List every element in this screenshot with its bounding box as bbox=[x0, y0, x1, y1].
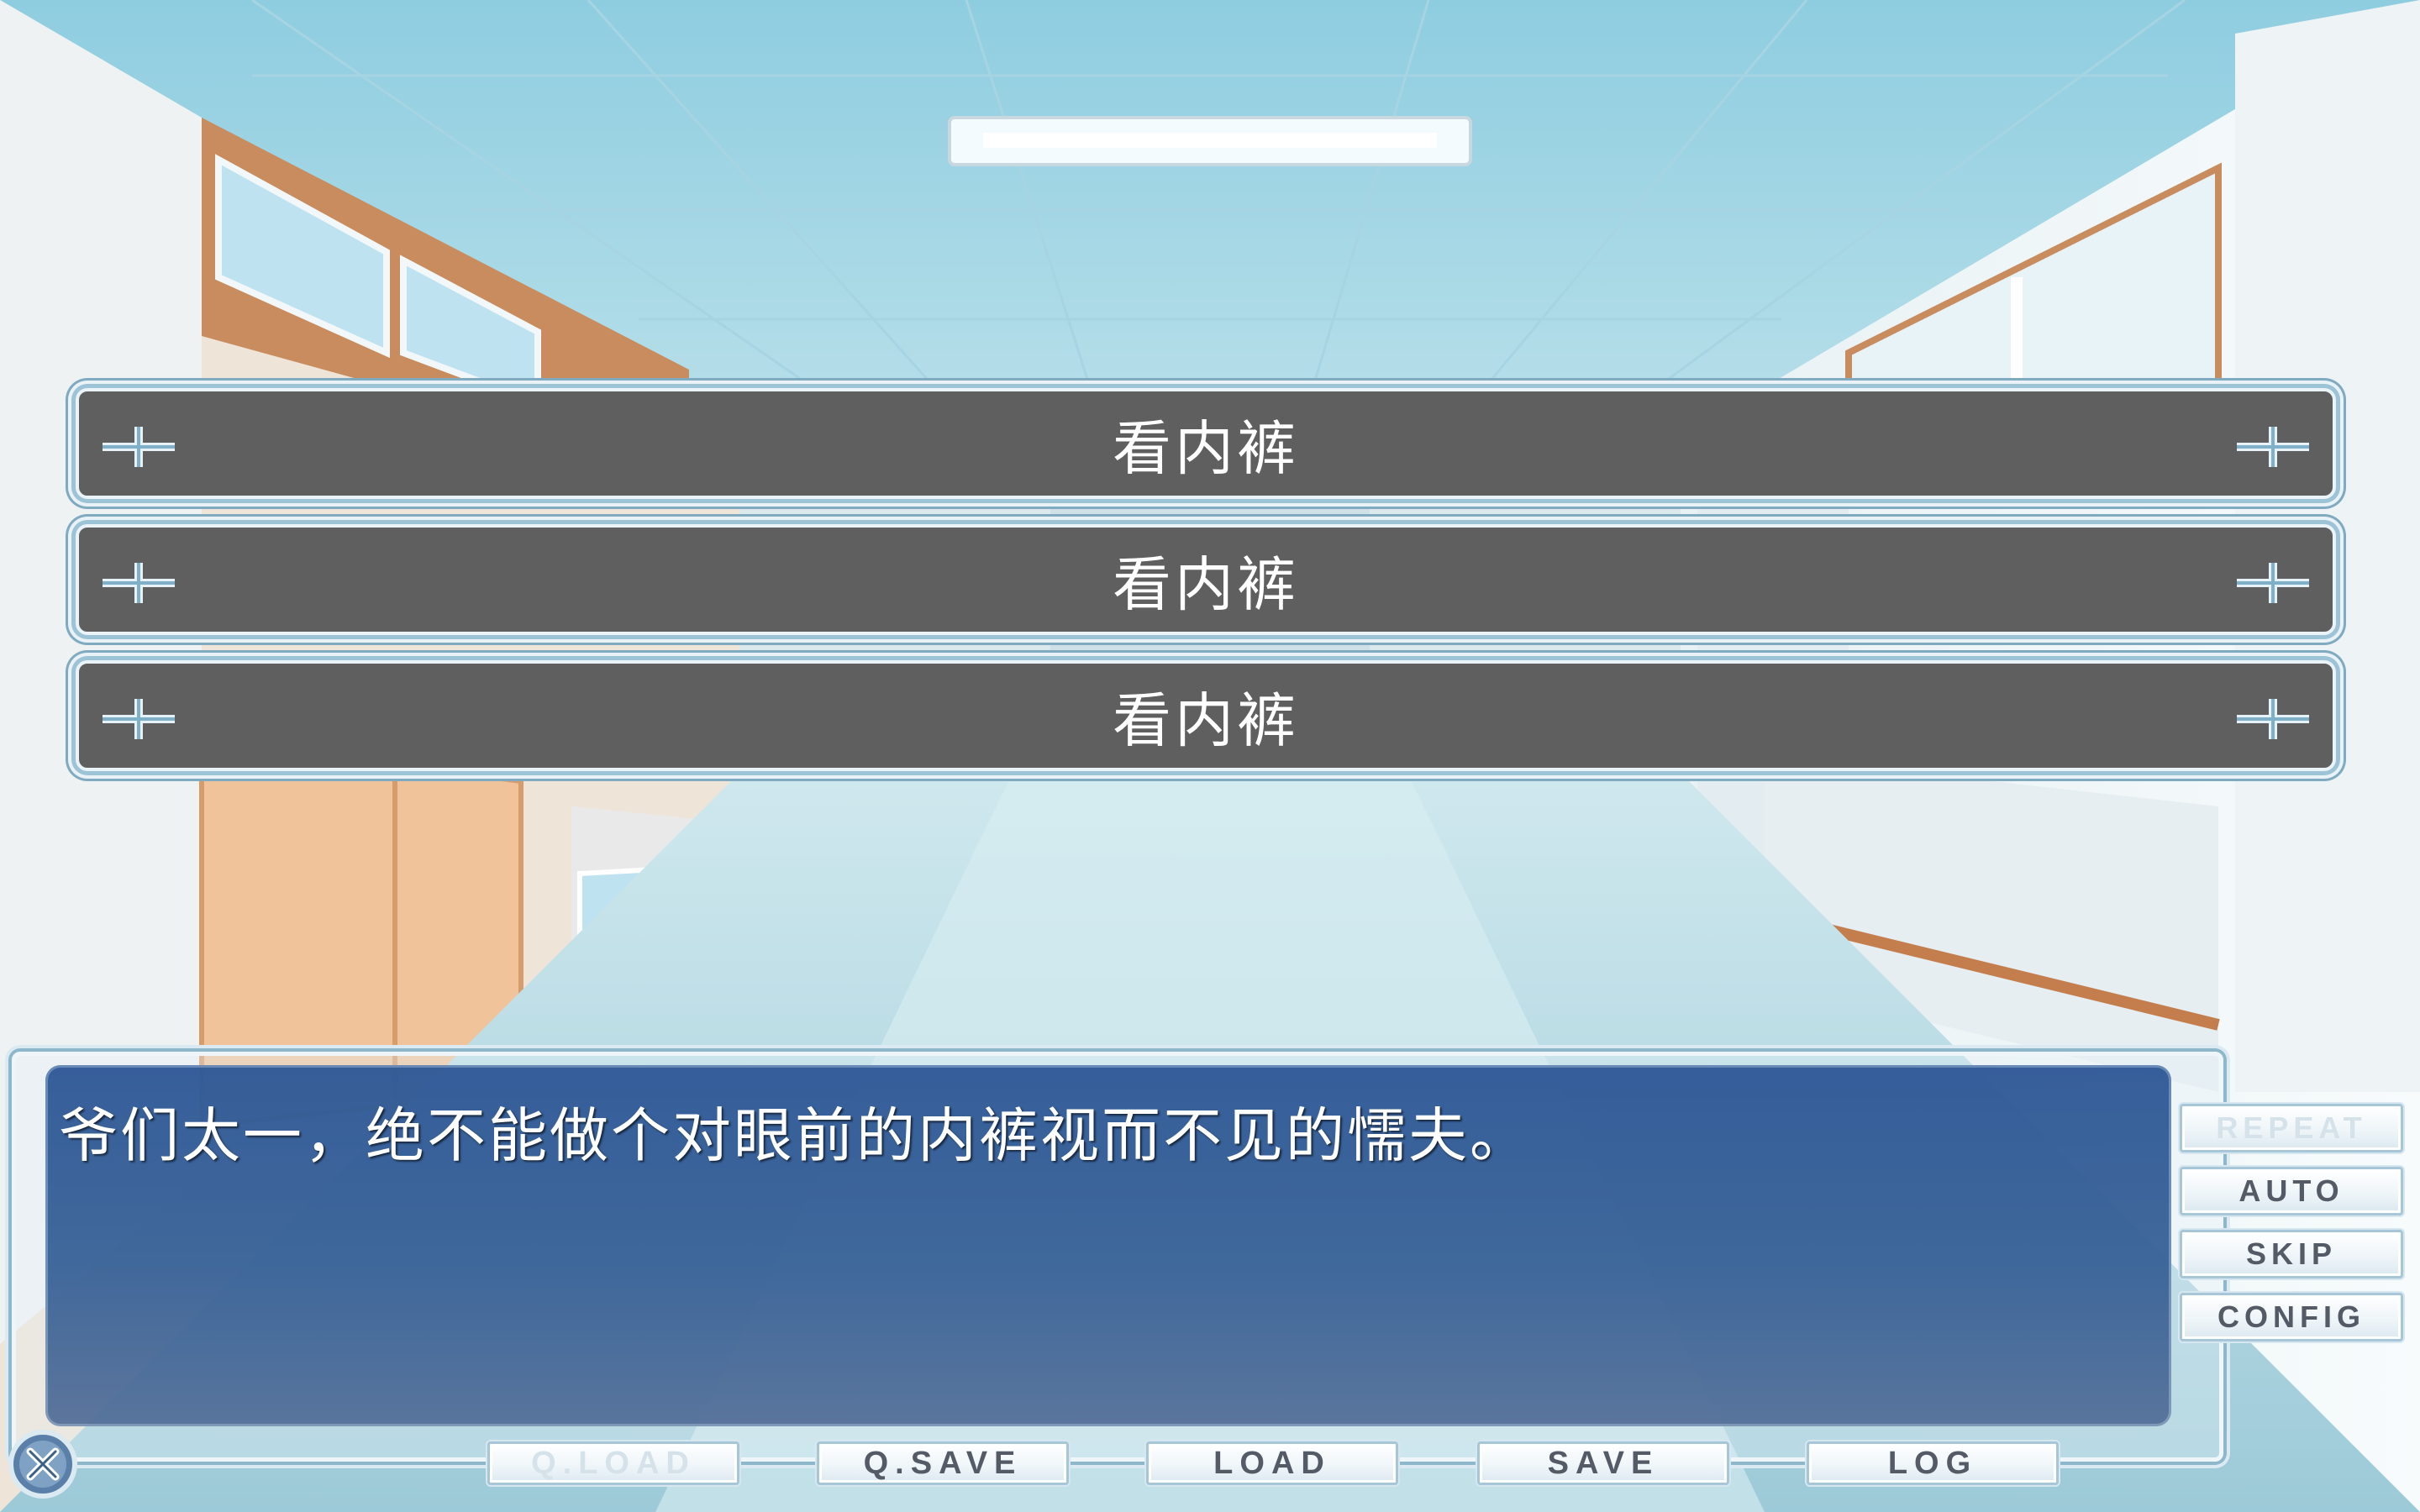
choice-option-2[interactable]: 看内裤 bbox=[76, 524, 2336, 635]
config-button[interactable]: CONFIG bbox=[2180, 1293, 2403, 1341]
cross-ornament-icon bbox=[103, 427, 175, 467]
cross-ornament-icon bbox=[2237, 699, 2309, 739]
cross-ornament-icon bbox=[2237, 563, 2309, 603]
quick-save-button[interactable]: Q.SAVE bbox=[817, 1441, 1069, 1485]
cross-ornament-icon bbox=[2237, 427, 2309, 467]
choice-label: 看内裤 bbox=[1113, 413, 1299, 483]
skip-button[interactable]: SKIP bbox=[2180, 1230, 2403, 1278]
choice-option-1[interactable]: 看内裤 bbox=[76, 388, 2336, 499]
cross-ornament-icon bbox=[103, 699, 175, 739]
message-text: 爷们太一，绝不能做个对眼前的内裤视而不见的懦夫。 bbox=[59, 1101, 1531, 1170]
cross-ornament-icon bbox=[103, 563, 175, 603]
load-button[interactable]: LOAD bbox=[1146, 1441, 1398, 1485]
choice-label: 看内裤 bbox=[1113, 549, 1299, 619]
auto-button[interactable]: AUTO bbox=[2180, 1167, 2403, 1215]
choice-label: 看内裤 bbox=[1113, 685, 1299, 755]
choice-option-3[interactable]: 看内裤 bbox=[76, 660, 2336, 771]
close-icon[interactable] bbox=[7, 1428, 79, 1500]
repeat-button[interactable]: REPEAT bbox=[2180, 1104, 2403, 1152]
quick-load-button[interactable]: Q.LOAD bbox=[487, 1441, 739, 1485]
log-button[interactable]: LOG bbox=[1807, 1441, 2059, 1485]
save-button[interactable]: SAVE bbox=[1477, 1441, 1729, 1485]
